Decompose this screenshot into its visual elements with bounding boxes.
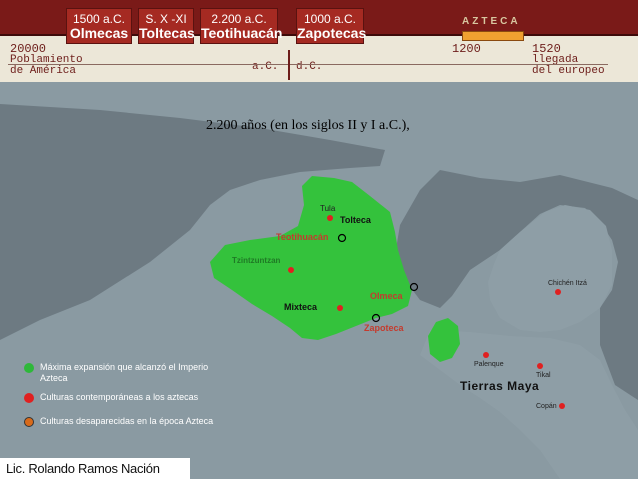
- period-name: Toltecas: [139, 25, 195, 41]
- label-tierras-maya: Tierras Maya: [460, 379, 540, 393]
- legend-text: Máxima expansión que alcanzó el Imperio …: [40, 362, 209, 383]
- period-name: Zapotecas: [297, 25, 367, 41]
- tula-marker: [327, 215, 333, 221]
- chichen-marker: [555, 289, 561, 295]
- label-zapoteca: Zapoteca: [364, 323, 404, 333]
- period-zapotecas: 1000 a.C. Zapotecas: [296, 8, 367, 44]
- timeline-divider: [288, 50, 290, 80]
- period-name: Olmecas: [69, 25, 129, 41]
- legend-item-extinct: Culturas desaparecidas en la época Aztec…: [24, 416, 214, 427]
- period-teotihuacan: 2.200 a.C. Teotihuacán: [200, 8, 283, 44]
- legend-swatch-green: [24, 363, 34, 373]
- timeline-header: 1500 a.C. Olmecas S. X -XI Toltecas 2.20…: [0, 0, 638, 82]
- period-date: 2.200 a.C.: [211, 12, 267, 26]
- label-tzintzuntzan: Tzintzuntzan: [232, 256, 281, 265]
- period-name: Teotihuacán: [201, 25, 283, 41]
- period-toltecas: S. X -XI Toltecas: [138, 8, 195, 44]
- label-teotihuacan: Teotihuacán: [276, 232, 329, 242]
- period-date: 1000 a.C.: [303, 12, 357, 26]
- timeline-axis: [8, 64, 608, 65]
- legend-swatch-ring: [24, 417, 34, 427]
- legend-text: Culturas desaparecidas en la época Aztec…: [40, 416, 214, 426]
- caption-de-america: de América: [10, 65, 77, 77]
- copan-marker: [559, 403, 565, 409]
- legend-text: Culturas contemporáneas a los aztecas: [40, 392, 199, 402]
- period-olmecas: 1500 a.C. Olmecas: [66, 8, 132, 44]
- palenque-marker: [483, 352, 489, 358]
- label-palenque: Palenque: [474, 361, 504, 368]
- label-tikal: Tikal: [536, 372, 551, 379]
- label-mixteca: Mixteca: [284, 302, 318, 312]
- label-tula: Tula: [320, 204, 336, 213]
- label-olmeca: Olmeca: [370, 291, 403, 301]
- legend-item-contemporary: Culturas contemporáneas a los aztecas: [24, 392, 214, 403]
- label-tolteca: Tolteca: [340, 215, 371, 225]
- period-date: S. X -XI: [145, 12, 187, 26]
- azteca-label: AZTECA: [462, 16, 521, 27]
- tzintzuntzan-marker: [288, 267, 294, 273]
- year-1200: 1200: [452, 42, 481, 56]
- tikal-marker: [537, 363, 543, 369]
- slide-title: 2.200 años (en los siglos II y I a.C.),: [206, 118, 410, 133]
- slide: 1500 a.C. Olmecas S. X -XI Toltecas 2.20…: [0, 0, 638, 479]
- mixteca-marker: [337, 305, 343, 311]
- label-copan: Copán: [536, 403, 557, 410]
- label-chichen: Chichén Itzá: [548, 280, 587, 287]
- legend-swatch-red: [24, 393, 34, 403]
- caption-del-europeo: del europeo: [532, 65, 605, 77]
- azteca-period-bar: [462, 31, 524, 41]
- author-credit: Lic. Rolando Ramos Nación: [0, 458, 190, 479]
- legend-item-aztec-expansion: Máxima expansión que alcanzó el Imperio …: [24, 362, 214, 384]
- period-date: 1500 a.C.: [72, 12, 126, 26]
